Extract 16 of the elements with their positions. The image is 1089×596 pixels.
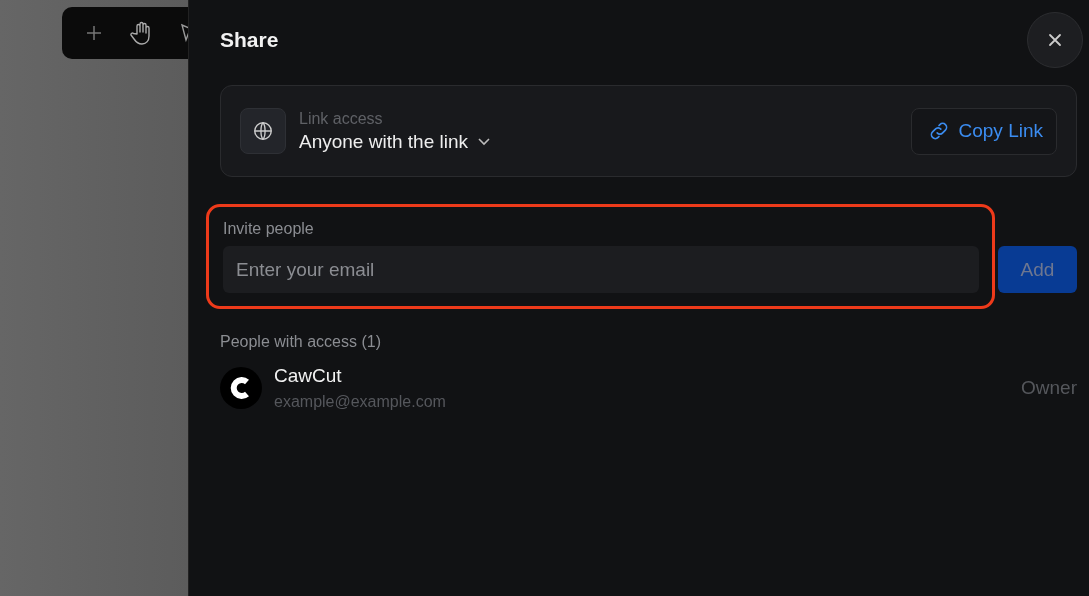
close-icon <box>1047 32 1063 48</box>
chevron-icon <box>477 136 491 147</box>
avatar-icon <box>220 367 262 409</box>
copy-link-button[interactable]: Copy Link <box>910 107 1057 155</box>
person-email: example@example.com <box>274 393 447 411</box>
people-heading: People with access (1) <box>220 333 382 351</box>
role-label: Owner <box>1021 377 1077 399</box>
plus-icon[interactable] <box>84 23 104 43</box>
link-access-label: Link access <box>299 109 384 128</box>
close-button[interactable] <box>1027 12 1083 68</box>
access-dropdown[interactable]: Anyone with the link <box>299 130 491 153</box>
globe-icon <box>240 108 286 154</box>
dialog-title: Share <box>220 28 279 52</box>
invite-label: Invite people <box>223 220 315 238</box>
person-name: CawCut <box>274 365 343 387</box>
cursor-icon[interactable] <box>180 22 189 44</box>
